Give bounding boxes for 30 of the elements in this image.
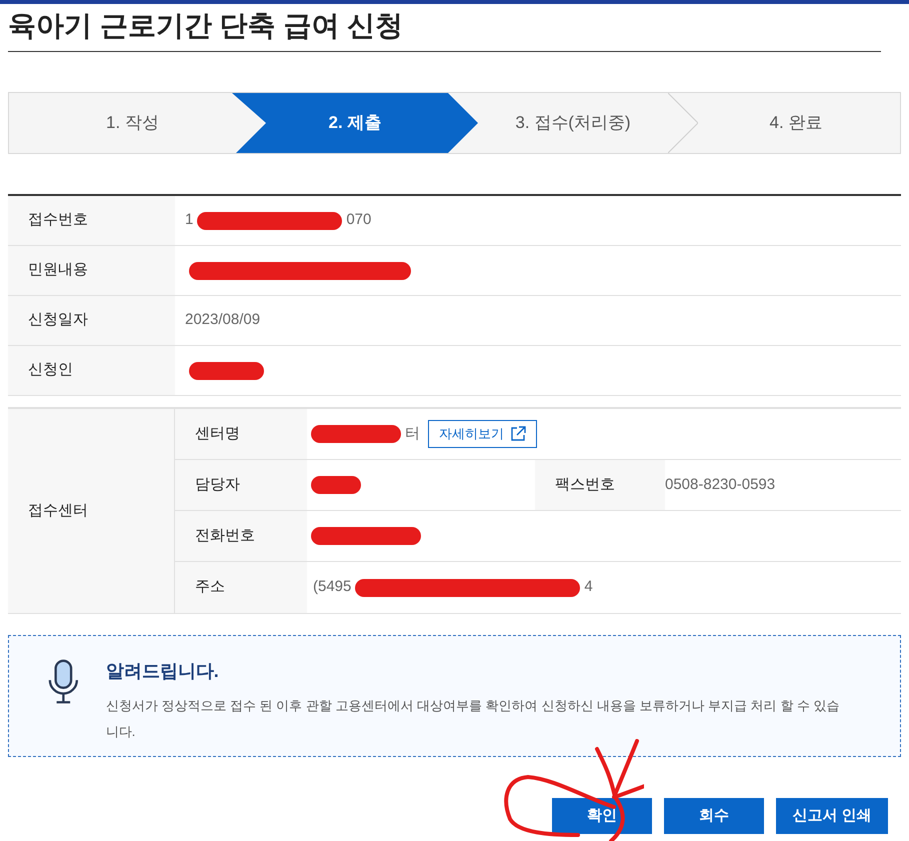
value-text: 2023/08/09 bbox=[185, 310, 260, 330]
field-label: 주소 bbox=[195, 577, 225, 598]
value-text: (5495 bbox=[313, 577, 352, 598]
details-link[interactable]: 자세히보기 bbox=[428, 420, 537, 448]
notice-text: 신청서가 정상적으로 접수 된 이후 관할 고용센터에서 대상여부를 확인하여 신청하신 내용을 보류하거나 부지급 처리 할 수 있습니다. bbox=[106, 697, 841, 741]
page-title: 육아기 근로기간 단축 급여 신청 bbox=[8, 5, 881, 52]
field-label: 센터명 bbox=[195, 424, 240, 444]
step-tab[interactable]: 3. 접수(처리중) bbox=[478, 93, 668, 153]
value-text: 0508-8230-0593 bbox=[665, 474, 776, 495]
action-button[interactable]: 회수 bbox=[664, 798, 764, 834]
field-label: 신청일자 bbox=[28, 310, 88, 330]
value-text: 터 bbox=[405, 424, 420, 444]
field-label: 접수번호 bbox=[28, 210, 88, 230]
field-label: 민원내용 bbox=[28, 260, 88, 280]
step-tab[interactable]: 1. 작성 bbox=[9, 93, 232, 153]
notice-title: 알려드립니다. bbox=[106, 660, 220, 683]
external-link-icon bbox=[510, 426, 526, 442]
value-text: 070 bbox=[346, 210, 372, 230]
action-button[interactable]: 확인 bbox=[552, 798, 652, 834]
field-label: 전화번호 bbox=[195, 526, 255, 546]
step-tab[interactable]: 4. 완료 bbox=[668, 93, 900, 153]
value-text: 4 bbox=[584, 577, 593, 598]
step-tab[interactable]: 2. 제출 bbox=[232, 93, 478, 153]
field-label: 접수센터 bbox=[28, 500, 88, 521]
action-button[interactable]: 신고서 인쇄 bbox=[776, 798, 888, 834]
field-label: 신청인 bbox=[28, 360, 73, 380]
field-label: 팩스번호 bbox=[555, 474, 615, 495]
value-text: 1 bbox=[185, 210, 194, 230]
microphone-icon bbox=[47, 658, 80, 706]
field-label: 담당자 bbox=[195, 474, 240, 495]
